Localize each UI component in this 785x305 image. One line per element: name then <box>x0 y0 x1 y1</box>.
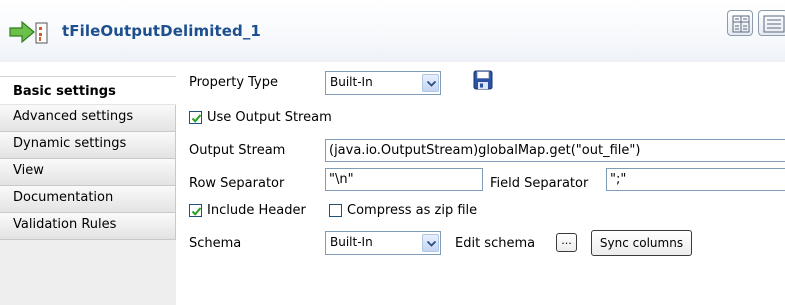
sidebar-item-advanced-settings[interactable]: Advanced settings <box>0 105 176 132</box>
property-type-select[interactable]: Built-In <box>325 71 441 95</box>
schema-label: Schema <box>189 236 242 251</box>
sidebar-item-validation-rules[interactable]: Validation Rules <box>0 213 176 240</box>
chevron-down-icon <box>422 234 439 252</box>
sidebar-item-view[interactable]: View <box>0 159 176 186</box>
component-output-icon <box>8 18 48 46</box>
schema-select[interactable]: Built-In <box>325 231 441 255</box>
grid-view-icon <box>732 15 750 33</box>
settings-sidebar: Basic settings Advanced settings Dynamic… <box>0 76 176 305</box>
edit-schema-button[interactable]: ... <box>556 233 577 252</box>
list-view-icon <box>763 15 785 33</box>
output-stream-label: Output Stream <box>189 143 286 158</box>
row-separator-label: Row Separator <box>189 176 285 191</box>
include-header-checkbox[interactable] <box>189 204 202 217</box>
edit-schema-label: Edit schema <box>455 236 536 251</box>
component-title: tFileOutputDelimited_1 <box>62 22 261 40</box>
checkmark-icon <box>191 114 202 123</box>
component-header: tFileOutputDelimited_1 <box>0 0 785 62</box>
compress-zip-checkbox[interactable] <box>329 204 342 217</box>
compress-zip-label: Compress as zip file <box>347 203 478 218</box>
sync-columns-button[interactable]: Sync columns <box>591 230 692 256</box>
property-type-value: Built-In <box>330 75 373 89</box>
sidebar-item-dynamic-settings[interactable]: Dynamic settings <box>0 132 176 159</box>
checkmark-icon <box>191 207 202 216</box>
use-output-stream-checkbox[interactable] <box>189 111 202 124</box>
schema-value: Built-In <box>330 235 373 249</box>
save-property-button[interactable] <box>473 70 493 90</box>
sidebar-item-basic-settings[interactable]: Basic settings <box>0 77 176 105</box>
list-view-button[interactable] <box>758 10 785 36</box>
field-separator-field[interactable]: ";" <box>606 168 785 191</box>
property-type-label: Property Type <box>189 75 279 90</box>
floppy-disk-icon <box>473 70 493 90</box>
output-stream-field[interactable]: (java.io.OutputStream)globalMap.get("out… <box>325 139 785 162</box>
use-output-stream-label: Use Output Stream <box>207 110 332 125</box>
include-header-label: Include Header <box>207 203 306 218</box>
field-separator-label: Field Separator <box>490 176 589 191</box>
sidebar-item-documentation[interactable]: Documentation <box>0 186 176 213</box>
tabbed-view-button[interactable] <box>727 10 753 36</box>
chevron-down-icon <box>422 74 439 92</box>
row-separator-field[interactable]: "\n" <box>325 168 483 191</box>
